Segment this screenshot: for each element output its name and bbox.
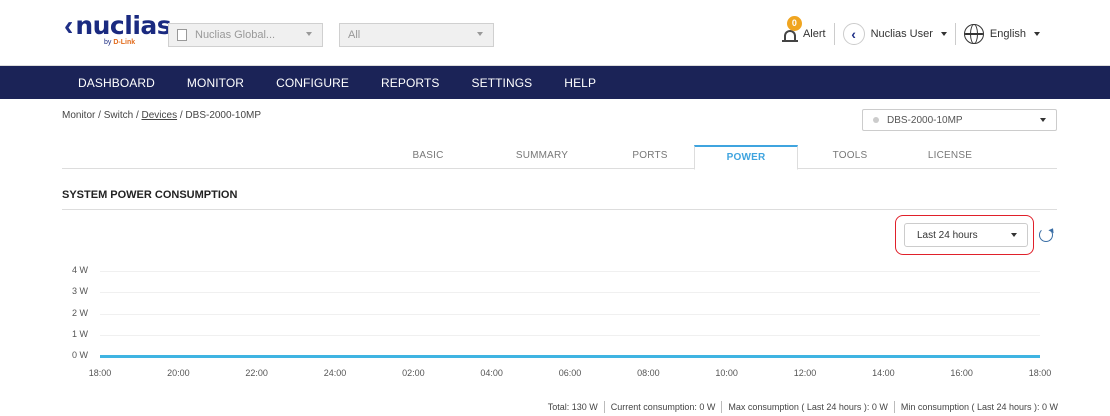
nav-configure[interactable]: CONFIGURE <box>276 76 349 90</box>
alert-count-badge: 0 <box>786 16 802 31</box>
tab-power[interactable]: POWER <box>694 145 798 170</box>
grid-line <box>100 313 1040 315</box>
x-tick-label: 06:00 <box>558 368 582 378</box>
grid-line <box>100 334 1040 336</box>
organization-select[interactable]: Nuclias Global... <box>168 23 323 47</box>
main-nav: DASHBOARD MONITOR CONFIGURE REPORTS SETT… <box>0 66 1110 99</box>
breadcrumb-switch: Switch <box>103 110 134 121</box>
y-tick-label: 2 W <box>72 307 89 318</box>
breadcrumb-monitor: Monitor <box>62 110 96 121</box>
section-divider <box>62 209 1057 210</box>
grid-line <box>100 292 1040 294</box>
logo-subtitle: by D-Link <box>104 39 136 46</box>
logo-chevron-icon: ‹ <box>64 10 74 41</box>
breadcrumb-device: DBS-2000-10MP <box>185 110 262 121</box>
nuclias-logo[interactable]: ‹ nuclias by D-Link <box>64 10 172 47</box>
site-select-value: All <box>348 29 361 41</box>
divider <box>721 401 723 413</box>
chevron-down-icon <box>306 32 312 36</box>
device-select[interactable]: DBS-2000-10MP <box>862 109 1057 131</box>
site-select[interactable]: All <box>339 23 494 47</box>
y-tick-label: 4 W <box>72 265 89 275</box>
user-menu[interactable]: Nuclias User <box>871 28 933 40</box>
nav-dashboard[interactable]: DASHBOARD <box>78 76 155 90</box>
x-tick-label: 08:00 <box>637 368 660 378</box>
time-range-value: Last 24 hours <box>917 229 978 241</box>
x-tick-label: 10:00 <box>715 368 738 378</box>
tab-basic[interactable]: BASIC <box>388 145 468 169</box>
tab-tools[interactable]: TOOLS <box>810 145 890 169</box>
organization-select-value: Nuclias Global... <box>195 29 276 41</box>
x-tick-label: 02:00 <box>402 368 425 378</box>
power-chart: 4 W 3 W 2 W 1 W 0 W 18:00 20:00 22:00 24:00 02:00… <box>0 259 1110 394</box>
chevron-down-icon[interactable] <box>940 32 947 36</box>
x-tick-label: 16:00 <box>950 368 973 378</box>
alert-label[interactable]: Alert <box>803 28 826 40</box>
nav-help[interactable]: HELP <box>564 76 596 90</box>
x-tick-label: 20:00 <box>167 368 190 378</box>
chevron-down-icon <box>477 32 483 36</box>
tab-ports[interactable]: PORTS <box>610 145 690 169</box>
x-tick-label: 12:00 <box>793 368 817 378</box>
tab-license[interactable]: LICENSE <box>910 145 990 169</box>
grid-line <box>100 271 1040 272</box>
section-title: SYSTEM POWER CONSUMPTION <box>62 189 238 201</box>
y-tick-label: 3 W <box>72 286 89 297</box>
breadcrumb-separator: / <box>98 110 101 121</box>
x-tick-label: 14:00 <box>872 368 895 378</box>
y-tick-label: 0 W <box>72 350 89 360</box>
min-consumption: Min consumption ( Last 24 hours ): 0 W <box>900 402 1058 412</box>
device-tabs: BASIC SUMMARY PORTS POWER TOOLS LICENSE <box>62 145 1057 170</box>
nav-reports[interactable]: REPORTS <box>381 76 440 90</box>
status-dot-icon <box>873 117 879 123</box>
breadcrumb-separator: / <box>179 110 183 121</box>
nav-settings[interactable]: SETTINGS <box>471 76 532 90</box>
nav-monitor[interactable]: MONITOR <box>187 76 244 90</box>
divider <box>603 401 605 413</box>
breadcrumb: Monitor / Switch / Devices / DBS-2000-10… <box>62 110 261 121</box>
x-tick-label: 18:00 <box>88 368 112 378</box>
device-select-value: DBS-2000-10MP <box>887 114 963 126</box>
y-tick-label: 1 W <box>72 328 89 339</box>
divider <box>954 23 956 45</box>
language-menu[interactable]: English <box>990 28 1026 40</box>
top-header: ‹ nuclias by D-Link Nuclias Global... Al… <box>0 0 1110 66</box>
bell-icon[interactable]: 0 <box>781 16 802 44</box>
x-tick-label: 24:00 <box>323 368 347 378</box>
total-power: Total: 130 W <box>547 402 598 412</box>
logo-text: nuclias <box>75 11 172 40</box>
x-tick-label: 22:00 <box>245 368 268 378</box>
divider <box>893 401 895 413</box>
main-content: Monitor / Switch / Devices / DBS-2000-10… <box>0 99 1110 416</box>
x-tick-label: 04:00 <box>480 368 503 378</box>
chevron-down-icon <box>1040 118 1046 122</box>
user-avatar-icon[interactable]: ‹ <box>842 23 865 45</box>
max-consumption: Max consumption ( Last 24 hours ): 0 W <box>728 402 888 412</box>
refresh-icon[interactable] <box>1039 228 1053 242</box>
consumption-summary: Total: 130 W Current consumption: 0 W Ma… <box>548 401 1058 413</box>
time-range-select[interactable]: Last 24 hours <box>904 223 1028 247</box>
x-tick-label: 18:00 <box>1028 368 1052 378</box>
globe-icon[interactable] <box>963 24 984 44</box>
document-icon <box>177 29 187 41</box>
chevron-down-icon[interactable] <box>1034 32 1040 36</box>
divider <box>833 23 835 45</box>
power-series-line <box>100 355 1040 358</box>
current-consumption: Current consumption: 0 W <box>610 402 716 412</box>
breadcrumb-separator: / <box>135 110 139 121</box>
tab-summary[interactable]: SUMMARY <box>492 145 592 169</box>
chevron-down-icon <box>1011 233 1017 237</box>
breadcrumb-devices-link[interactable]: Devices <box>142 110 178 121</box>
